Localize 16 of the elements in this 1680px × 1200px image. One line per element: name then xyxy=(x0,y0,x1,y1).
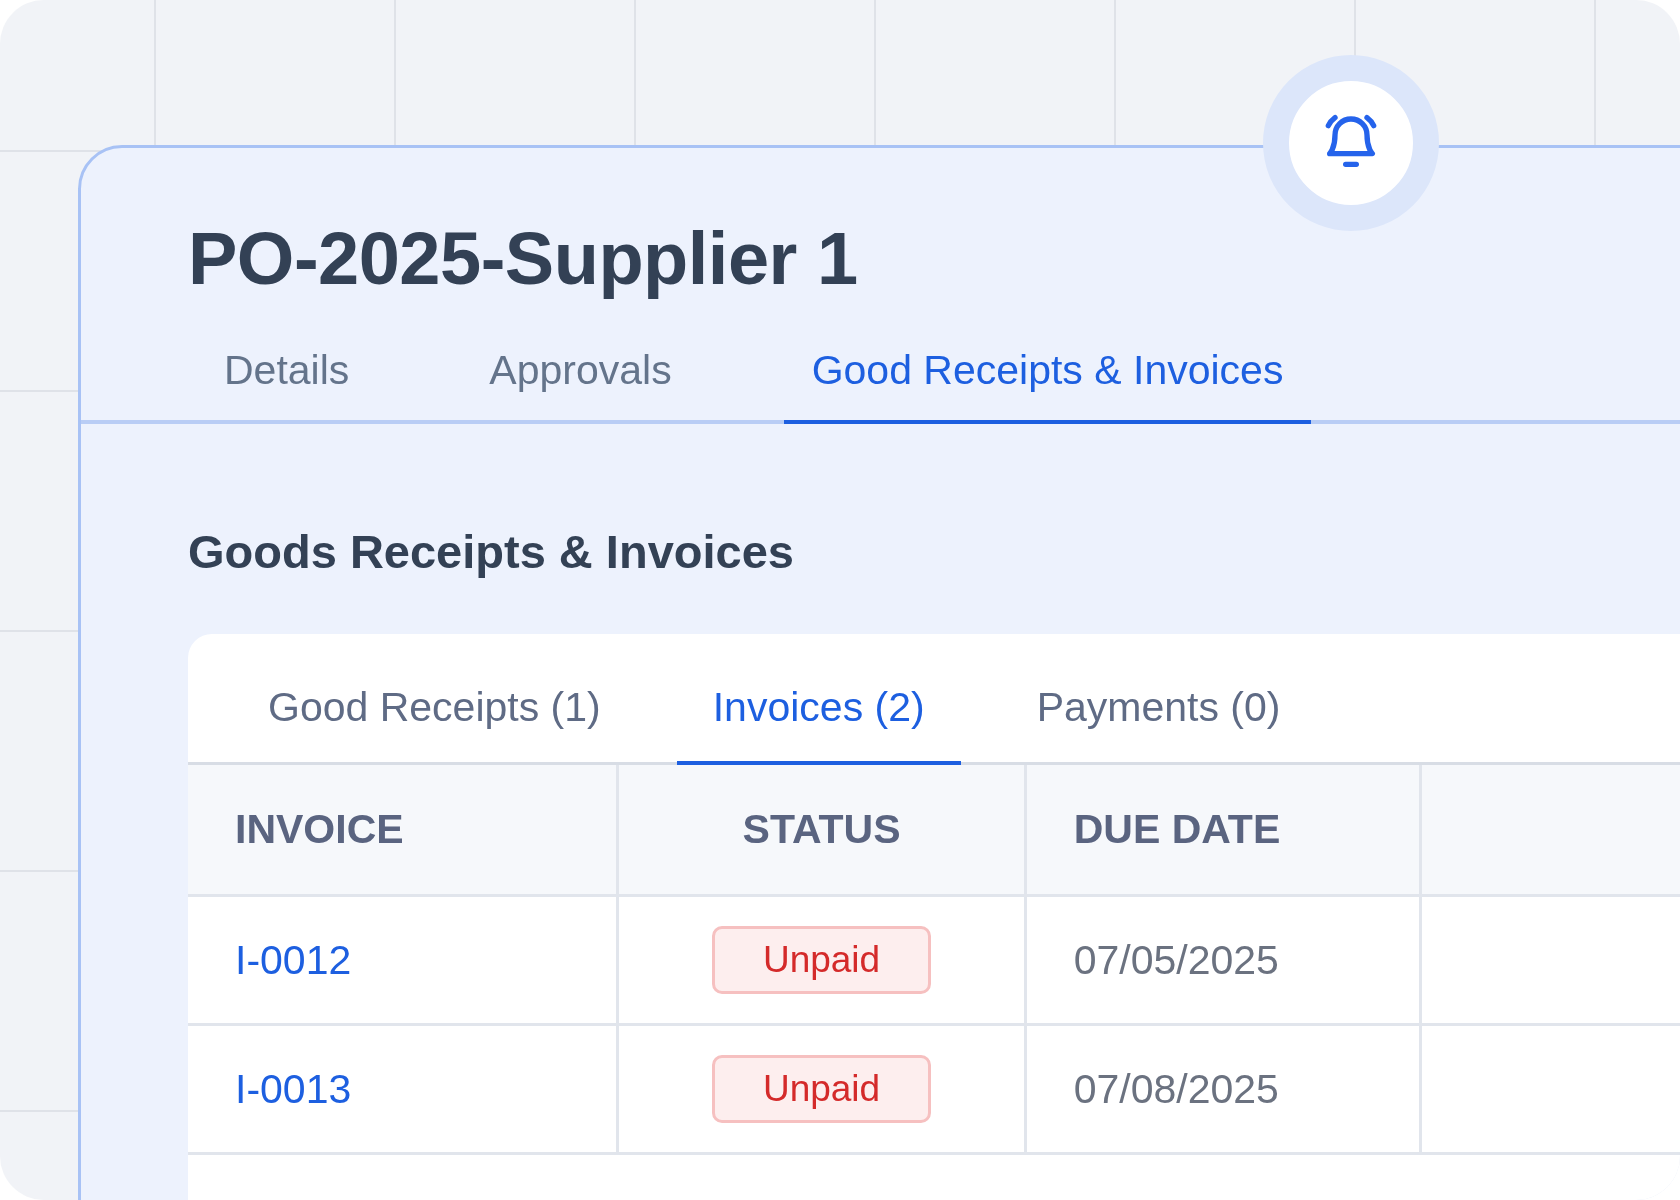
tab[interactable]: Good Receipts (1) xyxy=(232,684,637,766)
tab[interactable]: Payments (0) xyxy=(1000,684,1317,766)
status-badge: Unpaid xyxy=(711,926,932,995)
status-badge: Unpaid xyxy=(711,1055,932,1124)
table-cell: 07/05/2025 xyxy=(1026,897,1422,1024)
table-cell: 07/08/2025 xyxy=(1026,1026,1422,1153)
column-header: INVOICE xyxy=(188,765,620,895)
tab[interactable]: Good Receipts & Invoices xyxy=(783,347,1312,425)
page-title: PO-2025-Supplier 1 xyxy=(188,218,859,300)
invoice-link[interactable]: I-0013 xyxy=(235,1065,352,1113)
tab[interactable]: Approvals xyxy=(461,347,700,425)
invoice-link[interactable]: I-0012 xyxy=(235,936,352,984)
column-header: DUE DATE xyxy=(1026,765,1422,895)
tab[interactable]: Details xyxy=(196,347,378,425)
column-header: STATUS xyxy=(619,765,1027,895)
section-title: Goods Receipts & Invoices xyxy=(188,524,795,580)
